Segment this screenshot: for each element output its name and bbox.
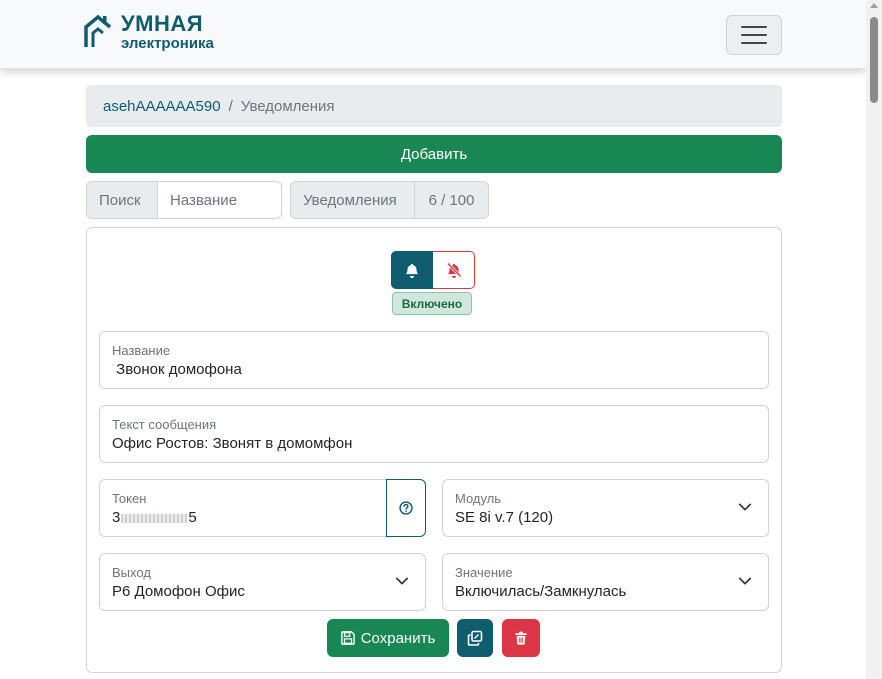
menu-toggle-button[interactable] [726, 15, 782, 55]
module-select[interactable]: Модуль SE 8i v.7 (120) [442, 479, 769, 537]
status-badge: Включено [392, 292, 472, 315]
bell-icon [406, 263, 418, 278]
module-select-label: Модуль [455, 491, 502, 506]
enable-button[interactable] [391, 251, 433, 289]
name-field[interactable]: Название Звонок домофона [99, 331, 769, 389]
breadcrumb: asehAAAAAA590 / Уведомления [86, 85, 782, 127]
bell-slash-icon [446, 262, 462, 278]
message-field[interactable]: Текст сообщения Офис Ростов: Звонят в до… [99, 405, 769, 463]
token-field[interactable]: Токен 35 [99, 479, 387, 537]
save-icon [340, 631, 355, 645]
chevron-down-icon [738, 503, 752, 511]
counter-group: Уведомления 6 / 100 [290, 181, 489, 219]
menu-icon [741, 26, 767, 28]
scrollbar-thumb[interactable] [870, 17, 878, 103]
name-field-label: Название [112, 343, 171, 358]
state-select[interactable]: Значение Включилась/Замкнулась [442, 553, 769, 611]
counter-value: 6 / 100 [414, 182, 488, 218]
delete-button[interactable] [502, 619, 540, 657]
copy-icon [467, 630, 483, 646]
counter-label: Уведомления [291, 182, 414, 218]
output-select-label: Выход [112, 565, 151, 580]
output-select[interactable]: Выход Р6 Домофон Офис [99, 553, 426, 611]
search-addon-label: Поиск [87, 182, 157, 218]
message-field-label: Текст сообщения [112, 417, 217, 432]
breadcrumb-separator: / [228, 97, 233, 115]
state-select-value: Включилась/Замкнулась [455, 583, 627, 600]
disable-button[interactable] [433, 251, 475, 289]
notification-toggle [391, 251, 475, 289]
message-field-value: Офис Ростов: Звонят в домомфон [112, 435, 353, 452]
page-scrollbar[interactable] [866, 0, 882, 679]
token-redacted [121, 513, 188, 523]
search-group: Поиск Название [86, 181, 282, 219]
copy-button[interactable] [457, 619, 493, 657]
house-logo-icon [84, 14, 112, 47]
add-button[interactable]: Добавить [86, 135, 782, 173]
brand-name: УМНАЯ [121, 11, 204, 36]
navbar: УМНАЯ электроника [0, 0, 866, 69]
scroll-up-arrow-icon[interactable] [870, 3, 878, 8]
brand-logo[interactable]: УМНАЯ электроника [84, 13, 214, 51]
state-select-label: Значение [455, 565, 513, 580]
module-select-value: SE 8i v.7 (120) [455, 509, 554, 526]
token-field-value: 35 [112, 509, 197, 526]
token-field-label: Токен [112, 491, 147, 506]
token-help-button[interactable] [386, 479, 426, 537]
trash-icon [515, 631, 527, 645]
save-button-label: Сохранить [360, 629, 436, 647]
output-select-value: Р6 Домофон Офис [112, 583, 245, 600]
breadcrumb-user-link[interactable]: asehAAAAAA590 [103, 98, 221, 115]
name-field-value: Звонок домофона [112, 361, 242, 378]
save-button[interactable]: Сохранить [327, 619, 449, 657]
chevron-down-icon [395, 577, 409, 585]
chevron-down-icon [738, 577, 752, 585]
brand-subtitle: электроника [121, 35, 214, 52]
search-input[interactable]: Название [157, 182, 281, 218]
question-circle-icon [399, 501, 413, 515]
breadcrumb-current: Уведомления [240, 97, 335, 115]
